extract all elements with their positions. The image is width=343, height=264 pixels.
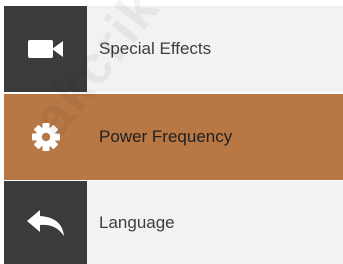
menu-item-icon-box xyxy=(4,6,87,92)
menu-item-power-frequency[interactable]: Power Frequency xyxy=(4,94,343,180)
menu-item-label: Power Frequency xyxy=(87,94,343,180)
menu-item-label: Special Effects xyxy=(87,6,343,92)
back-arrow-icon xyxy=(26,209,64,236)
menu-item-icon-box xyxy=(4,181,87,264)
settings-menu: Special Effects Power Frequency Language xyxy=(4,6,343,264)
menu-item-special-effects[interactable]: Special Effects xyxy=(4,6,343,92)
menu-item-language[interactable]: Language xyxy=(4,181,343,264)
menu-item-icon-box xyxy=(4,94,87,180)
menu-item-label: Language xyxy=(87,181,343,264)
gear-icon xyxy=(31,123,60,151)
video-camera-icon xyxy=(27,40,63,58)
